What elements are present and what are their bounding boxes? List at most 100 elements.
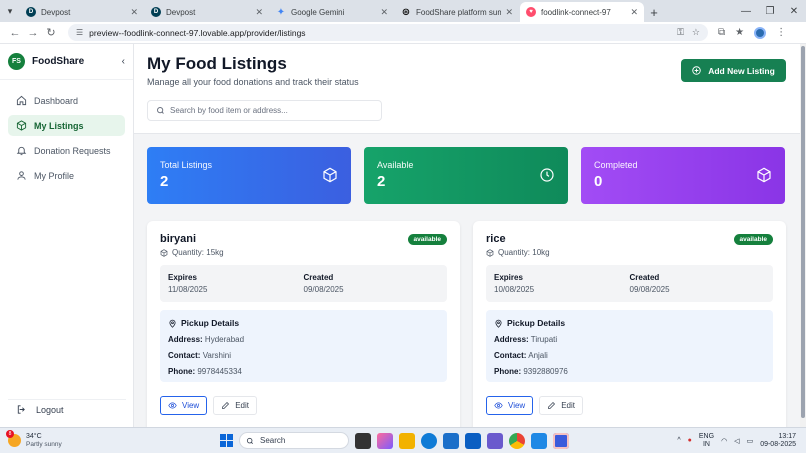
close-icon[interactable]: ✕ xyxy=(630,7,638,18)
sidebar: FS FoodShare ‹ Dashboard My Listings Don… xyxy=(0,44,134,427)
close-icon[interactable]: ✕ xyxy=(380,7,388,18)
collapse-sidebar-icon[interactable]: ‹ xyxy=(122,56,125,67)
taskbar-search[interactable]: Search xyxy=(239,432,349,449)
browser-tab-bar: ▾ D Devpost ✕ D Devpost ✕ ✦ Google Gemin… xyxy=(0,0,806,22)
browser-tab-gemini[interactable]: ✦ Google Gemini ✕ xyxy=(270,2,394,22)
search-box xyxy=(147,100,382,121)
listing-cards: biryani available Quantity: 15kg Expires… xyxy=(147,221,786,427)
tab-search-icon[interactable]: ▾ xyxy=(0,0,20,22)
address-label: Address: xyxy=(168,335,203,344)
close-icon[interactable]: ✕ xyxy=(505,7,513,18)
copilot-icon[interactable] xyxy=(377,432,393,449)
battery-icon[interactable]: ▭ xyxy=(747,437,754,445)
wifi-icon[interactable]: ◠ xyxy=(721,437,727,445)
outlook-icon[interactable] xyxy=(465,432,481,449)
edit-button[interactable]: Edit xyxy=(213,396,257,415)
created-value: 09/08/2025 xyxy=(303,285,344,294)
devpost-icon: D xyxy=(151,7,161,17)
created-col: Created 09/08/2025 xyxy=(630,273,766,294)
clock[interactable]: 13:17 09-08-2025 xyxy=(760,433,796,449)
time: 13:17 xyxy=(778,432,796,440)
search-input[interactable] xyxy=(170,106,370,115)
devpost-icon: D xyxy=(26,7,36,17)
forward-icon[interactable]: → xyxy=(24,27,42,39)
scrollbar-thumb[interactable] xyxy=(801,46,805,418)
menu-dots-icon[interactable]: ⋮ xyxy=(776,27,786,38)
pickup-heading: Pickup Details xyxy=(168,318,439,328)
logout-button[interactable]: Logout xyxy=(8,399,126,419)
browser-toolbar: ← → ↻ ☰ preview--foodlink-connect-97.lov… xyxy=(0,22,806,44)
close-icon[interactable]: ✕ xyxy=(130,7,138,18)
weather-widget[interactable]: 8 34°C Partly sunny xyxy=(0,430,150,449)
sidebar-item-my-listings[interactable]: My Listings xyxy=(8,115,125,136)
maximize-icon[interactable]: ❐ xyxy=(758,6,782,17)
vscode-icon[interactable] xyxy=(531,432,547,449)
add-new-listing-button[interactable]: Add New Listing xyxy=(681,59,786,82)
address-value: Hyderabad xyxy=(204,335,245,344)
calculator-icon[interactable] xyxy=(553,432,569,449)
page-scrollbar[interactable] xyxy=(800,44,806,427)
stat-label: Total Listings xyxy=(160,160,213,170)
windows-taskbar: 8 34°C Partly sunny Search ^ ● ENG IN ◠ … xyxy=(0,427,806,453)
expires-col: Expires 10/08/2025 xyxy=(494,273,630,294)
logout-label: Logout xyxy=(36,404,64,415)
bookmarks-icon[interactable]: ★ xyxy=(735,27,744,38)
close-icon[interactable]: ✕ xyxy=(255,7,263,18)
edit-icon xyxy=(222,401,230,409)
taskbar-search-label: Search xyxy=(260,436,286,445)
browser-tab-devpost-2[interactable]: D Devpost ✕ xyxy=(145,2,269,22)
plus-circle-icon xyxy=(692,66,701,75)
password-key-icon[interactable]: ⚿ xyxy=(677,27,684,38)
expires-label: Expires xyxy=(168,273,197,282)
edge-icon[interactable] xyxy=(421,432,437,449)
file-explorer-icon[interactable] xyxy=(399,432,415,449)
tab-label: Devpost xyxy=(166,7,196,17)
sidebar-item-donation-requests[interactable]: Donation Requests xyxy=(8,140,125,161)
sidebar-item-my-profile[interactable]: My Profile xyxy=(8,165,125,186)
address-bar[interactable]: ☰ preview--foodlink-connect-97.lovable.a… xyxy=(68,24,708,41)
browser-tab-foodlink[interactable]: ♥ foodlink-connect-97 ✕ xyxy=(520,2,644,22)
notification-badge: 8 xyxy=(6,430,14,438)
map-pin-icon xyxy=(169,319,176,328)
extensions-icon[interactable]: ⧉ xyxy=(718,27,725,38)
view-label: View xyxy=(182,401,200,410)
browser-tab-devpost-1[interactable]: D Devpost ✕ xyxy=(20,2,144,22)
browser-tab-chatgpt[interactable]: ⊛ FoodShare platform summary ✕ xyxy=(395,2,519,22)
store-icon[interactable] xyxy=(443,432,459,449)
map-pin-icon xyxy=(495,319,502,328)
sidebar-item-dashboard[interactable]: Dashboard xyxy=(8,90,125,111)
language-indicator[interactable]: ENG IN xyxy=(699,433,714,449)
reload-icon[interactable]: ↻ xyxy=(42,26,60,39)
view-button[interactable]: View xyxy=(160,396,208,415)
profile-avatar[interactable] xyxy=(754,26,767,39)
new-tab-button[interactable]: + xyxy=(645,2,663,22)
address-label: Address: xyxy=(494,335,529,344)
pickup-contact: Contact: Anjali xyxy=(494,351,765,360)
close-window-icon[interactable]: ✕ xyxy=(782,6,806,17)
brand-name: FoodShare xyxy=(32,56,85,67)
back-icon[interactable]: ← xyxy=(6,27,24,39)
chrome-icon[interactable] xyxy=(509,432,525,449)
chevron-up-icon[interactable]: ^ xyxy=(677,437,680,444)
contact-label: Contact: xyxy=(494,351,527,360)
antivirus-icon[interactable]: ● xyxy=(688,437,692,444)
volume-icon[interactable]: ◁ xyxy=(734,437,739,445)
sidebar-item-label: Dashboard xyxy=(34,95,79,106)
main-content: My Food Listings Manage all your food do… xyxy=(134,44,806,427)
bookmark-star-icon[interactable]: ☆ xyxy=(692,27,700,38)
view-button[interactable]: View xyxy=(486,396,534,415)
quantity-text: Quantity: 15kg xyxy=(172,248,224,257)
windows-start-icon[interactable] xyxy=(220,434,233,447)
bell-icon xyxy=(16,146,27,156)
minimize-icon[interactable]: — xyxy=(734,6,758,17)
listing-card: rice available Quantity: 10kg Expires 10… xyxy=(473,221,786,427)
stats-row: Total Listings 2 Available 2 Completed 0 xyxy=(147,147,785,204)
task-view-icon[interactable] xyxy=(355,432,371,449)
site-info-icon[interactable]: ☰ xyxy=(76,28,83,37)
settings-icon[interactable] xyxy=(487,432,503,449)
stat-card-completed: Completed 0 xyxy=(581,147,785,204)
sidebar-nav: Dashboard My Listings Donation Requests … xyxy=(0,80,133,186)
gemini-icon: ✦ xyxy=(276,6,286,18)
edit-button[interactable]: Edit xyxy=(539,396,583,415)
created-label: Created xyxy=(303,273,334,282)
